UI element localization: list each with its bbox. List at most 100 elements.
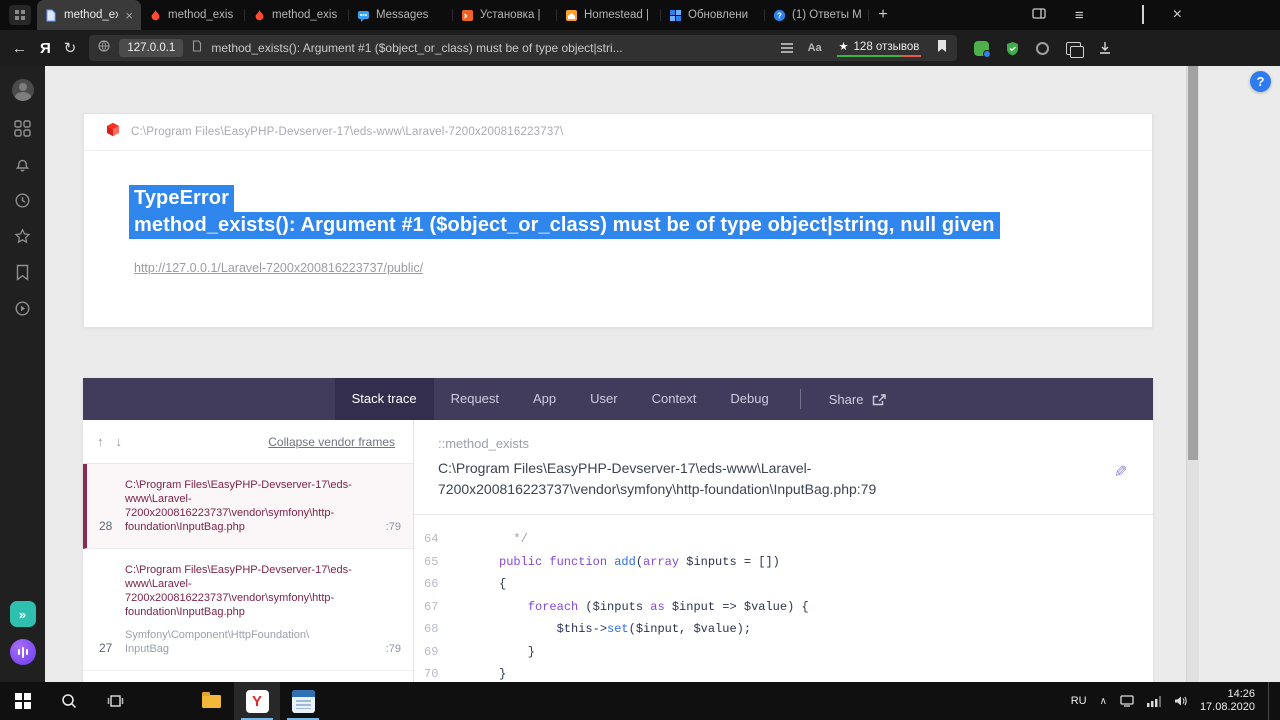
show-desktop-button[interactable]	[1268, 682, 1274, 720]
app-button[interactable]	[280, 682, 326, 720]
code-text: foreach ($inputs as $input => $value) {	[527, 599, 809, 614]
tray-app-icon[interactable]	[1120, 695, 1134, 707]
stack-frame-27[interactable]: 27 C:\Program Files\EasyPHP-Devserver-17…	[83, 549, 413, 671]
browser-tab[interactable]: Обновлени	[661, 0, 765, 30]
shield-extension-icon[interactable]	[1006, 41, 1019, 56]
language-indicator[interactable]: RU	[1071, 695, 1087, 707]
svg-text:?: ?	[777, 11, 782, 20]
star-icon: ★	[838, 41, 849, 53]
next-frame-button[interactable]: ↓	[116, 434, 123, 449]
share-button[interactable]: Share	[815, 392, 902, 407]
line-number: 68	[424, 622, 439, 637]
prev-frame-button[interactable]: ↑	[97, 434, 104, 449]
tab-context[interactable]: Context	[635, 378, 714, 420]
menu-icon[interactable]: ≡	[1075, 7, 1084, 24]
app-window-icon	[291, 689, 315, 713]
scrollbar-thumb[interactable]	[1188, 66, 1198, 461]
frames-header: ↑ ↓ Collapse vendor frames	[83, 420, 413, 464]
tab-app[interactable]: App	[516, 378, 573, 420]
share-icon	[873, 393, 887, 405]
frame-path-line: foundation\InputBag.php	[125, 521, 245, 533]
code-line: 64 */	[414, 528, 1153, 551]
start-button[interactable]	[0, 682, 46, 720]
yandex-logo[interactable]: Я	[40, 40, 51, 57]
collapse-vendor-frames-link[interactable]: Collapse vendor frames	[268, 435, 395, 449]
star-icon	[14, 228, 31, 244]
back-button[interactable]: ←	[12, 40, 27, 57]
open-in-editor-icon[interactable]: ✎	[1114, 462, 1127, 482]
help-button[interactable]: ?	[1250, 71, 1271, 92]
stack-frame-28[interactable]: 28 C:\Program Files\EasyPHP-Devserver-17…	[83, 464, 413, 549]
project-path-row: C:\Program Files\EasyPHP-Devserver-17\ed…	[84, 114, 1152, 151]
folder-icon	[201, 691, 221, 708]
browser-tab[interactable]: Messages	[349, 0, 453, 30]
download-icon[interactable]	[1098, 41, 1112, 55]
tab-stack-trace[interactable]: Stack trace	[334, 378, 434, 420]
taskbar-clock[interactable]: 14:26 17.08.2020	[1200, 688, 1255, 714]
code-text: */	[499, 532, 528, 547]
page-viewport: ? C:\Program Files\EasyPHP-Devserver-17\…	[45, 66, 1280, 682]
sidebar-item-collections[interactable]	[15, 264, 30, 281]
exception-class: TypeError	[129, 185, 235, 212]
maximize-button[interactable]	[1141, 5, 1144, 24]
taskbar-search-button[interactable]	[46, 682, 92, 720]
globe-icon	[98, 39, 110, 57]
sidebar-item-video[interactable]	[14, 300, 31, 317]
sidebar-item-notifications[interactable]	[14, 156, 31, 173]
task-view-button[interactable]	[92, 682, 138, 720]
sidebar-item-bookmarks[interactable]	[14, 228, 31, 245]
url-host-badge[interactable]: 127.0.0.1	[119, 39, 184, 57]
browser-tab-active[interactable]: method_exi ×	[37, 0, 141, 30]
file-explorer-button[interactable]	[188, 682, 234, 720]
new-tab-button[interactable]: +	[869, 6, 897, 24]
code-line: 70}	[414, 663, 1153, 682]
chat-icon	[356, 8, 370, 22]
project-path: C:\Program Files\EasyPHP-Devserver-17\ed…	[131, 126, 564, 138]
line-number: 67	[424, 599, 439, 614]
network-icon[interactable]	[1146, 695, 1161, 707]
address-bar[interactable]: 127.0.0.1 method_exists(): Argument #1 (…	[89, 35, 958, 61]
side-panel-icon[interactable]	[1032, 6, 1046, 24]
browser-tab[interactable]: Homestead |	[557, 0, 661, 30]
clock-icon	[15, 193, 30, 208]
alice-assistant-button[interactable]	[9, 639, 36, 665]
tab-user[interactable]: User	[573, 378, 634, 420]
side-panel-toggle[interactable]: »	[9, 601, 36, 627]
tab-title: Установка |	[480, 9, 541, 21]
reader-mode-icon[interactable]	[780, 41, 793, 56]
code-line: 68 $this->set($input, $value);	[414, 618, 1153, 641]
bookmark-icon[interactable]	[936, 39, 948, 58]
yandex-browser-button[interactable]: Y	[234, 682, 280, 720]
share-label: Share	[828, 391, 864, 407]
translate-icon[interactable]: Aа	[808, 42, 822, 54]
reviews-badge[interactable]: ★ 128 отзывов	[836, 38, 922, 58]
frame-path-line: www\Laravel-	[125, 578, 192, 590]
sidebar-item-history[interactable]	[14, 192, 31, 209]
sidebar-item-tableau[interactable]	[14, 120, 31, 137]
tab-list-button[interactable]	[9, 5, 31, 25]
tab-request[interactable]: Request	[434, 378, 516, 420]
browser-tab[interactable]: method_exis	[141, 0, 245, 30]
browser-tab[interactable]: Установка |	[453, 0, 557, 30]
browser-tab[interactable]: method_exis	[245, 0, 349, 30]
code-line: 69 }	[414, 641, 1153, 664]
hidden-icons-chevron[interactable]: ∧	[1100, 696, 1107, 707]
extension-green-icon[interactable]	[974, 40, 992, 58]
frames-column: ↑ ↓ Collapse vendor frames 28 C:\Program…	[83, 420, 414, 682]
browser-tab[interactable]: ? (1) Ответы М	[765, 0, 869, 30]
close-button[interactable]: ×	[1173, 7, 1182, 23]
reload-button[interactable]: ↻	[64, 39, 77, 57]
profile-button[interactable]	[11, 79, 34, 101]
extension-ring-icon[interactable]	[1036, 41, 1050, 55]
clock-time: 14:26	[1227, 688, 1255, 700]
volume-icon[interactable]	[1174, 695, 1187, 707]
tab-manager-icon[interactable]	[1066, 41, 1085, 58]
tab-debug[interactable]: Debug	[713, 378, 785, 420]
task-view-icon	[107, 695, 123, 707]
search-icon	[62, 694, 77, 709]
laravel-logo-icon	[106, 122, 120, 142]
page-scrollbar[interactable]	[1186, 66, 1199, 682]
public-url-link[interactable]: http://127.0.0.1/Laravel-7200x2008162237…	[134, 261, 423, 275]
tab-close-icon[interactable]: ×	[124, 9, 134, 22]
frame-path-line: C:\Program Files\EasyPHP-Devserver-17\ed…	[125, 564, 352, 576]
